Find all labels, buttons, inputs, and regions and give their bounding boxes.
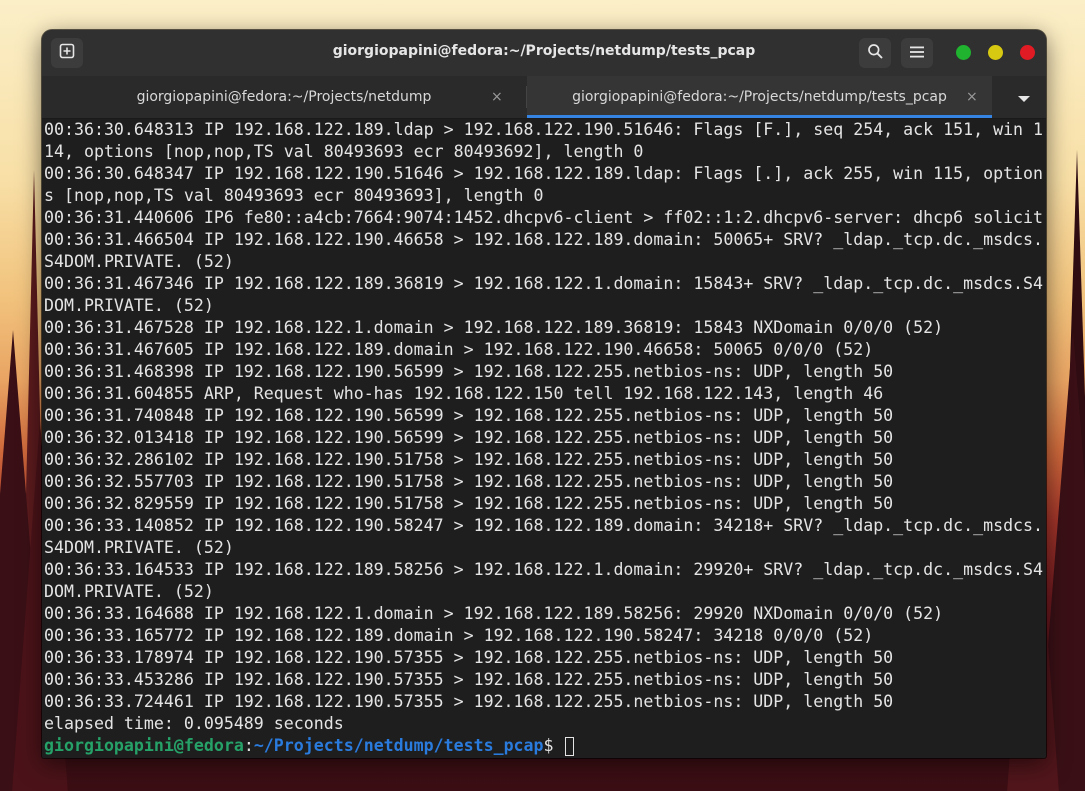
terminal-line: 00:36:30.648347 IP 192.168.122.190.51646…: [44, 164, 1044, 183]
terminal-line: 00:36:33.140852 IP 192.168.122.190.58247…: [44, 516, 1044, 535]
search-icon: [867, 43, 883, 63]
terminal-line: 00:36:30.648313 IP 192.168.122.189.ldap …: [44, 120, 1044, 139]
terminal-line: 00:36:33.178974 IP 192.168.122.190.57355…: [44, 648, 894, 667]
prompt-path: ~/Projects/netdump/tests_pcap: [253, 736, 544, 755]
terminal-line: 00:36:33.453286 IP 192.168.122.190.57355…: [44, 670, 894, 689]
text-cursor: [564, 736, 574, 756]
window-titlebar[interactable]: giorgiopapini@fedora:~/Projects/netdump/…: [42, 30, 1046, 76]
terminal-line: 00:36:31.468398 IP 192.168.122.190.56599…: [44, 362, 894, 381]
tab-overview-button[interactable]: [1004, 76, 1044, 118]
terminal-line: 00:36:31.467346 IP 192.168.122.189.36819…: [44, 274, 1044, 293]
terminal-line: 00:36:32.286102 IP 192.168.122.190.51758…: [44, 450, 894, 469]
terminal-line: 00:36:32.829559 IP 192.168.122.190.51758…: [44, 494, 894, 513]
tab-tests-pcap[interactable]: giorgiopapini@fedora:~/Projects/netdump/…: [527, 76, 992, 118]
shell-prompt[interactable]: giorgiopapini@fedora: ~/Projects/netdump/…: [44, 735, 1044, 757]
prompt-symbol: $: [543, 736, 564, 755]
terminal-line: 00:36:31.604855 ARP, Request who-has 192…: [44, 384, 884, 403]
terminal-line: 00:36:31.466504 IP 192.168.122.190.46658…: [44, 230, 1044, 249]
terminal-window: giorgiopapini@fedora:~/Projects/netdump/…: [42, 30, 1046, 758]
main-menu-button[interactable]: [901, 38, 933, 68]
tab-close-button[interactable]: ×: [491, 88, 503, 106]
terminal-line: s [nop,nop,TS val 80493693 ecr 80493693]…: [44, 186, 544, 205]
tab-bar: giorgiopapini@fedora:~/Projects/netdump …: [42, 76, 1046, 119]
terminal-line: 00:36:33.724461 IP 192.168.122.190.57355…: [44, 692, 894, 711]
terminal-line: S4DOM.PRIVATE. (52): [44, 252, 234, 271]
terminal-line: 00:36:31.740848 IP 192.168.122.190.56599…: [44, 406, 894, 425]
prompt-user-host: giorgiopapini@fedora: [44, 736, 244, 755]
tab-label: giorgiopapini@fedora:~/Projects/netdump/…: [572, 89, 947, 105]
search-button[interactable]: [859, 38, 891, 68]
maximize-button[interactable]: [988, 45, 1003, 60]
new-tab-button[interactable]: [51, 38, 83, 68]
chevron-down-icon: [1017, 88, 1031, 107]
terminal-line: 00:36:32.013418 IP 192.168.122.190.56599…: [44, 428, 894, 447]
terminal-line: DOM.PRIVATE. (52): [44, 296, 214, 315]
window-title: giorgiopapini@fedora:~/Projects/netdump/…: [332, 43, 756, 59]
prompt-colon: :: [243, 736, 254, 755]
close-window-button[interactable]: [1020, 45, 1035, 60]
terminal-line: S4DOM.PRIVATE. (52): [44, 538, 234, 557]
terminal-line: 00:36:31.467528 IP 192.168.122.1.domain …: [44, 318, 944, 337]
terminal-text: 00:36:30.648313 IP 192.168.122.189.ldap …: [44, 119, 1044, 757]
hamburger-menu-icon: [909, 44, 925, 63]
terminal-line: 00:36:31.467605 IP 192.168.122.189.domai…: [44, 340, 874, 359]
terminal-output[interactable]: 00:36:30.648313 IP 192.168.122.189.ldap …: [42, 119, 1046, 758]
terminal-line: 00:36:33.164533 IP 192.168.122.189.58256…: [44, 560, 1044, 579]
terminal-line: 14, options [nop,nop,TS val 80493693 ecr…: [44, 142, 644, 161]
terminal-line: 00:36:31.440606 IP6 fe80::a4cb:7664:9074…: [44, 208, 1044, 227]
terminal-line: elapsed time: 0.095489 seconds: [44, 714, 344, 733]
minimize-button[interactable]: [956, 45, 971, 60]
tab-close-button[interactable]: ×: [966, 88, 978, 106]
terminal-line: DOM.PRIVATE. (52): [44, 582, 214, 601]
terminal-line: 00:36:32.557703 IP 192.168.122.190.51758…: [44, 472, 894, 491]
terminal-line: 00:36:33.164688 IP 192.168.122.1.domain …: [44, 604, 944, 623]
new-tab-icon: [59, 43, 75, 63]
tab-netdump[interactable]: giorgiopapini@fedora:~/Projects/netdump …: [42, 76, 526, 118]
terminal-line: 00:36:33.165772 IP 192.168.122.189.domai…: [44, 626, 874, 645]
tab-label: giorgiopapini@fedora:~/Projects/netdump: [136, 89, 432, 105]
